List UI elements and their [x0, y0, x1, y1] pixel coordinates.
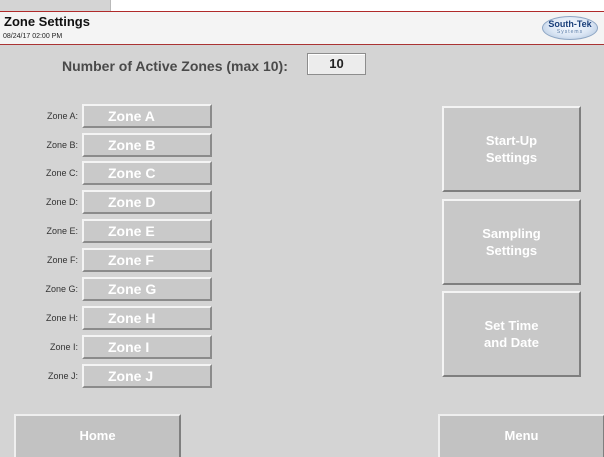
sampling-settings-button[interactable]: Sampling Settings	[442, 199, 581, 285]
screen-panel: Zone Settings 08/24/17 02:00 PM South-Te…	[0, 0, 604, 457]
zone-name-field[interactable]: Zone I	[82, 335, 212, 359]
zone-label: Zone J:	[47, 371, 78, 381]
logo-text: South-Tek	[548, 19, 592, 29]
zone-name-field[interactable]: Zone G	[82, 277, 212, 301]
zone-name-field[interactable]: Zone C	[82, 161, 212, 185]
zone-row: Zone E: Zone E	[0, 219, 220, 243]
zone-row: Zone B: Zone B	[0, 133, 220, 157]
sampling-settings-label: Sampling Settings	[482, 226, 541, 258]
zone-row: Zone J: Zone J	[0, 364, 220, 388]
set-time-date-button[interactable]: Set Time and Date	[442, 291, 581, 377]
zone-row: Zone H: Zone H	[0, 306, 220, 330]
zone-name-field[interactable]: Zone J	[82, 364, 212, 388]
zone-row: Zone F: Zone F	[0, 248, 220, 272]
zone-label: Zone I:	[49, 342, 78, 352]
zone-label: Zone B:	[46, 140, 78, 150]
zone-label: Zone C:	[45, 168, 78, 178]
zone-row: Zone I: Zone I	[0, 335, 220, 359]
zone-label: Zone F:	[46, 255, 78, 265]
zone-name-field[interactable]: Zone E	[82, 219, 212, 243]
zone-label: Zone E:	[46, 226, 78, 236]
timestamp: 08/24/17 02:00 PM	[3, 33, 63, 40]
zone-label: Zone A:	[46, 111, 78, 121]
zone-label: Zone H:	[45, 313, 78, 323]
zone-name-field[interactable]: Zone D	[82, 190, 212, 214]
top-strip-edge	[110, 0, 111, 11]
zone-label: Zone G:	[45, 284, 78, 294]
active-zones-input[interactable]: 10	[307, 53, 366, 75]
set-time-date-label: Set Time and Date	[484, 318, 539, 350]
zone-row: Zone A: Zone A	[0, 104, 220, 128]
home-button[interactable]: Home	[14, 414, 181, 457]
startup-settings-button[interactable]: Start-Up Settings	[442, 106, 581, 192]
zone-name-field[interactable]: Zone H	[82, 306, 212, 330]
zone-name-field[interactable]: Zone F	[82, 248, 212, 272]
startup-settings-label: Start-Up Settings	[485, 133, 538, 165]
header-bar: Zone Settings 08/24/17 02:00 PM South-Te…	[0, 11, 604, 45]
menu-button[interactable]: Menu	[438, 414, 604, 457]
zone-row: Zone D: Zone D	[0, 190, 220, 214]
company-logo: South-Tek Systems	[542, 16, 598, 40]
logo-subtext: Systems	[556, 29, 584, 35]
zone-row: Zone C: Zone C	[0, 161, 220, 185]
zone-row: Zone G: Zone G	[0, 277, 220, 301]
zone-label: Zone D:	[45, 197, 78, 207]
top-strip	[110, 0, 604, 11]
zone-name-field[interactable]: Zone B	[82, 133, 212, 157]
page-title: Zone Settings	[4, 14, 90, 29]
zone-name-field[interactable]: Zone A	[82, 104, 212, 128]
active-zones-label: Number of Active Zones (max 10):	[62, 58, 288, 74]
